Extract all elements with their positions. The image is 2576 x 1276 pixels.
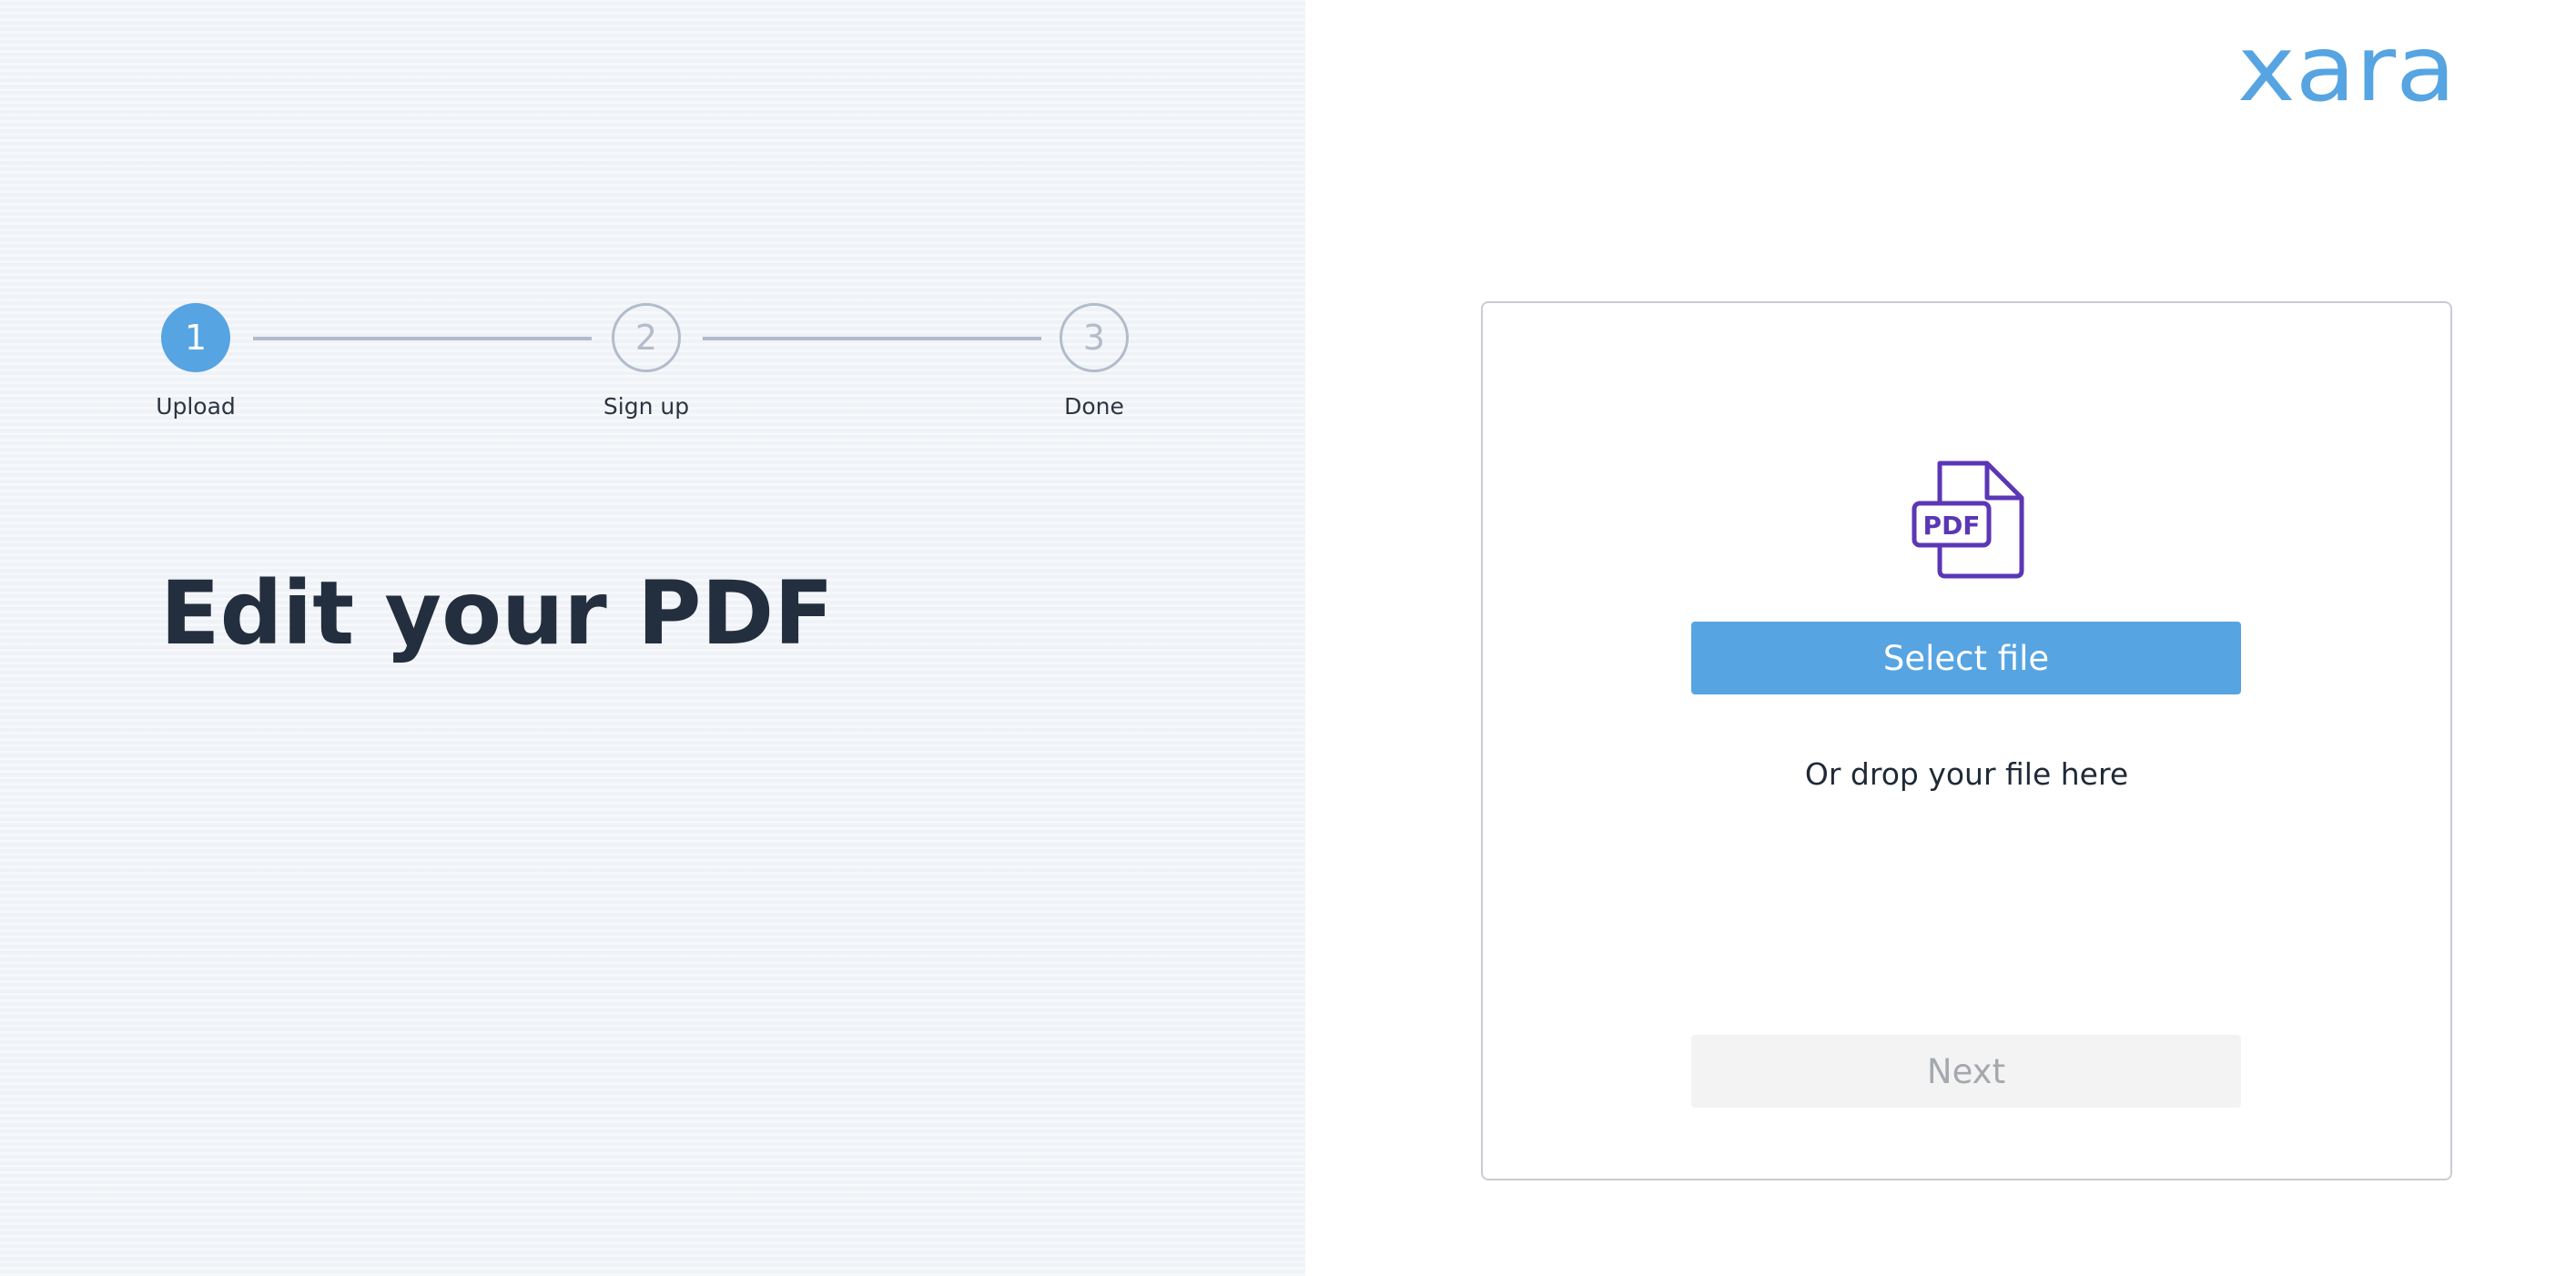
page-title: Edit your PDF bbox=[160, 562, 834, 664]
step-3-label: Done bbox=[1064, 393, 1124, 420]
pdf-icon-text: PDF bbox=[1923, 511, 1981, 541]
next-button[interactable]: Next bbox=[1691, 1035, 2241, 1108]
upload-dropzone[interactable]: PDF Select file Or drop your file here N… bbox=[1481, 301, 2452, 1180]
pdf-file-icon: PDF bbox=[1911, 460, 2025, 580]
select-file-label: Select file bbox=[1882, 638, 2050, 678]
left-panel: 1 Upload 2 Sign up 3 Done Edit your PDF bbox=[0, 0, 1305, 1276]
xara-logo-mark: xara bbox=[2237, 15, 2456, 122]
logo-text: xara bbox=[2237, 29, 2456, 107]
select-file-button[interactable]: Select file bbox=[1691, 622, 2241, 694]
drop-hint: Or drop your file here bbox=[1804, 756, 2129, 792]
step-connector bbox=[253, 337, 592, 340]
step-1-number: 1 bbox=[184, 318, 208, 358]
step-2-number: 2 bbox=[634, 318, 658, 358]
step-3-circle: 3 bbox=[1060, 303, 1129, 372]
step-2-circle: 2 bbox=[612, 303, 681, 372]
step-connector bbox=[703, 337, 1041, 340]
step-2-label: Sign up bbox=[603, 393, 690, 420]
xara-logo[interactable]: xara bbox=[2237, 15, 2461, 122]
step-1-label: Upload bbox=[156, 393, 236, 420]
next-label: Next bbox=[1926, 1051, 2006, 1091]
step-1-circle: 1 bbox=[161, 303, 230, 372]
step-3-number: 3 bbox=[1082, 318, 1106, 358]
